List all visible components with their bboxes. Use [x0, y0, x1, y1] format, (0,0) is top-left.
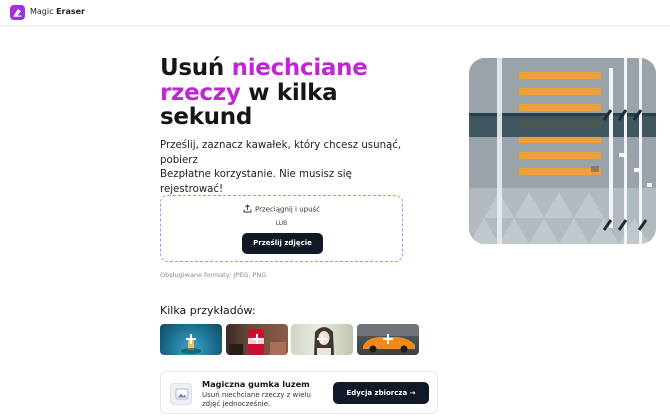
batch-edit-button[interactable]: Edycja zbiorcza → — [333, 382, 429, 404]
upload-icon — [243, 204, 252, 215]
example-thumbnail-1[interactable] — [160, 324, 222, 355]
example-thumbnail-4[interactable] — [357, 324, 419, 355]
brand-name-second: Eraser — [56, 7, 86, 16]
upload-dropzone[interactable]: Przeciągnij i upuść LUB Prześlij zdjęcie — [160, 195, 403, 262]
supported-formats-note: Obsługiwane formaty: JPEG, PNG — [160, 271, 267, 279]
examples-heading: Kilka przykładów: — [160, 304, 256, 317]
or-separator: LUB — [275, 220, 288, 227]
batch-edit-button-label: Edycja zbiorcza — [346, 389, 408, 397]
batch-images-icon — [170, 383, 192, 405]
batch-eraser-card: Magiczna gumka luzem Usuń niechciane rze… — [160, 371, 438, 414]
example-thumbnail-2[interactable] — [226, 324, 288, 355]
add-plus-icon — [186, 334, 196, 344]
arrow-right-icon: → — [409, 389, 416, 397]
top-navigation-bar: Magic Eraser — [0, 0, 670, 26]
magic-eraser-logo-icon[interactable] — [10, 5, 25, 20]
page-title: Usuń niechciane rzeczy w kilka sekund — [160, 56, 400, 130]
add-plus-icon — [317, 334, 327, 344]
brand-name-first: Magic — [30, 7, 54, 16]
title-part-1: Usuń — [160, 55, 232, 81]
drag-and-drop-label: Przeciągnij i upuść — [254, 205, 321, 214]
subtitle-line-1: Prześlij, zaznacz kawałek, który chcesz … — [160, 140, 402, 166]
batch-card-description: Usuń niechciane rzeczy z wielu zdjęć jed… — [202, 391, 311, 408]
example-thumbnail-3[interactable] — [291, 324, 353, 355]
hero-example-image — [469, 58, 656, 244]
add-plus-icon — [252, 334, 262, 344]
subtitle-line-2: Bezpłatne korzystanie. Nie musisz się re… — [160, 169, 352, 195]
upload-photo-button[interactable]: Prześlij zdjęcie — [242, 233, 323, 254]
add-plus-icon — [383, 334, 393, 344]
page-subtitle: Prześlij, zaznacz kawałek, który chcesz … — [160, 139, 410, 197]
brand-name[interactable]: Magic Eraser — [30, 7, 85, 16]
batch-card-title: Magiczna gumka luzem — [202, 379, 310, 389]
drag-and-drop-hint: Przeciągnij i upuść — [161, 204, 402, 215]
